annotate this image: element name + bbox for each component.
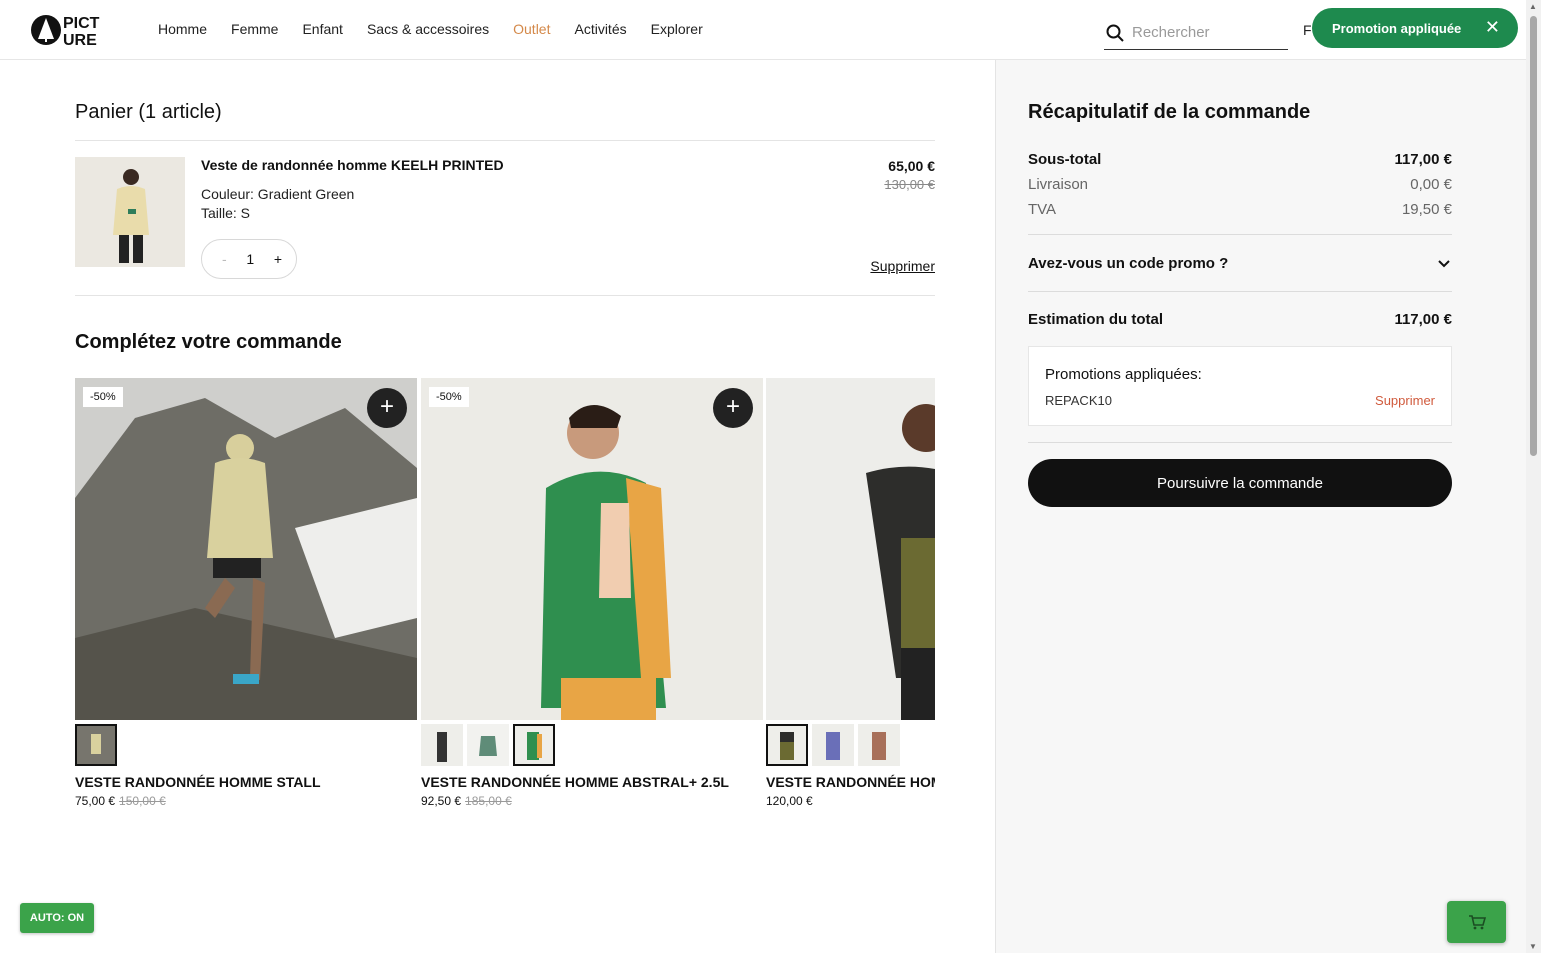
color-swatch[interactable]	[513, 724, 555, 766]
shipping-row: Livraison 0,00 €	[1028, 176, 1452, 193]
search-input[interactable]	[1132, 24, 1282, 41]
chevron-down-icon	[1438, 260, 1450, 268]
language-selector[interactable]: F	[1303, 22, 1312, 38]
product-image[interactable]: -50% +	[75, 378, 417, 720]
product-name[interactable]: VESTE RANDONNÉE HOMME ABSTRAL+ 2.5L	[421, 774, 763, 790]
cart-item-price: 65,00 €	[888, 158, 935, 174]
remove-promo-link[interactable]: Supprimer	[1375, 393, 1435, 408]
applied-promotions-box: Promotions appliquées: REPACK10 Supprime…	[1028, 346, 1452, 426]
picture-logo[interactable]: PICT URE	[30, 13, 110, 47]
applied-promotions-title: Promotions appliquées:	[1045, 366, 1202, 383]
nav-homme[interactable]: Homme	[158, 21, 207, 37]
tax-label: TVA	[1028, 201, 1057, 218]
cart-icon	[1468, 915, 1486, 930]
color-swatch[interactable]	[766, 724, 808, 766]
promo-code-question: Avez-vous un code promo ?	[1028, 255, 1229, 272]
product-card[interactable]: -50% + VESTE RANDONNÉE HOMME ABSTRAL+ 2.…	[421, 378, 763, 808]
cart-item-old-price: 130,00 €	[884, 177, 935, 192]
auto-toggle-button[interactable]: AUTO: ON	[20, 903, 94, 933]
product-prices: 120,00 €	[766, 794, 935, 808]
shipping-label: Livraison	[1028, 176, 1089, 193]
cart-title: Panier (1 article)	[75, 101, 222, 123]
product-name[interactable]: VESTE RANDONNÉE HOMME STALL	[75, 774, 417, 790]
checkout-button[interactable]: Poursuivre la commande	[1028, 459, 1452, 507]
product-image[interactable]: -50% +	[421, 378, 763, 720]
color-swatch[interactable]	[467, 724, 509, 766]
svg-text:PICT: PICT	[63, 15, 100, 32]
scroll-up-arrow[interactable]: ▲	[1529, 2, 1537, 11]
color-swatch[interactable]	[812, 724, 854, 766]
cart-floating-button[interactable]	[1447, 901, 1506, 943]
order-summary-title: Récapitulatif de la commande	[1028, 101, 1311, 123]
cart-divider-top	[75, 140, 935, 141]
quantity-value: 1	[246, 251, 255, 267]
promotion-applied-label: Promotion appliquée	[1332, 20, 1462, 36]
cart-item-size: Taille: S	[201, 205, 251, 221]
product-name[interactable]: VESTE RANDONNÉE HOMME	[766, 774, 935, 790]
summary-divider	[1028, 442, 1452, 443]
remove-item-link[interactable]: Supprimer	[870, 258, 935, 274]
product-prices: 92,50 €185,00 €	[421, 794, 763, 808]
add-to-cart-button[interactable]: +	[367, 388, 407, 428]
svg-text:URE: URE	[63, 32, 97, 47]
site-header: PICT URE Homme Femme Enfant Sacs & acces…	[0, 0, 1526, 60]
color-swatch[interactable]	[858, 724, 900, 766]
product-carousel: -50% + VESTE RANDONNÉE HOMME STALL 75,00…	[75, 378, 935, 818]
nav-enfant[interactable]: Enfant	[302, 21, 342, 37]
promo-code-value: REPACK10	[1045, 393, 1112, 408]
close-icon[interactable]: ✕	[1485, 18, 1500, 36]
nav-femme[interactable]: Femme	[231, 21, 278, 37]
product-old-price: 150,00 €	[119, 794, 166, 808]
cart-item-color: Couleur: Gradient Green	[201, 186, 355, 202]
product-image[interactable]	[766, 378, 935, 720]
search-icon[interactable]	[1106, 24, 1124, 42]
color-swatch[interactable]	[75, 724, 117, 766]
product-card[interactable]: VESTE RANDONNÉE HOMME 120,00 €	[766, 378, 935, 808]
color-swatches	[421, 724, 763, 766]
discount-badge: -50%	[429, 387, 469, 407]
cart-divider-bottom	[75, 295, 935, 296]
product-price: 92,50 €	[421, 794, 462, 808]
cart-item-name[interactable]: Veste de randonnée homme KEELH PRINTED	[201, 157, 504, 173]
subtotal-value: 117,00 €	[1394, 151, 1452, 168]
add-to-cart-button[interactable]: +	[713, 388, 753, 428]
tax-row: TVA 19,50 €	[1028, 201, 1452, 218]
quantity-stepper: - 1 +	[201, 239, 297, 279]
product-price: 120,00 €	[766, 794, 813, 808]
nav-sacs-accessoires[interactable]: Sacs & accessoires	[367, 21, 489, 37]
total-value: 117,00 €	[1394, 311, 1452, 328]
nav-activites[interactable]: Activités	[574, 21, 626, 37]
order-summary: Récapitulatif de la commande Sous-total …	[995, 60, 1526, 953]
summary-divider	[1028, 234, 1452, 235]
subtotal-row: Sous-total 117,00 €	[1028, 151, 1452, 168]
color-swatches	[75, 724, 417, 766]
main-nav: Homme Femme Enfant Sacs & accessoires Ou…	[158, 21, 703, 37]
product-prices: 75,00 €150,00 €	[75, 794, 417, 808]
product-old-price: 185,00 €	[465, 794, 512, 808]
page-scrollbar[interactable]: ▲ ▼	[1526, 0, 1541, 953]
nav-explorer[interactable]: Explorer	[651, 21, 703, 37]
shipping-value: 0,00 €	[1410, 176, 1452, 193]
nav-outlet[interactable]: Outlet	[513, 21, 550, 37]
product-price: 75,00 €	[75, 794, 116, 808]
scroll-down-arrow[interactable]: ▼	[1529, 942, 1537, 951]
search-bar	[1104, 16, 1288, 50]
summary-divider	[1028, 291, 1452, 292]
promotion-applied-toast: Promotion appliquée ✕	[1312, 8, 1518, 48]
discount-badge: -50%	[83, 387, 123, 407]
subtotal-label: Sous-total	[1028, 151, 1102, 168]
promo-code-toggle[interactable]: Avez-vous un code promo ?	[1028, 255, 1452, 272]
complete-order-title: Complétez votre commande	[75, 331, 342, 353]
tax-value: 19,50 €	[1401, 201, 1452, 218]
quantity-increase-button[interactable]: +	[274, 251, 282, 267]
total-row: Estimation du total 117,00 €	[1028, 311, 1452, 328]
cart-item-image[interactable]	[75, 157, 185, 267]
quantity-decrease-button[interactable]: -	[222, 251, 227, 267]
color-swatches	[766, 724, 935, 766]
total-label: Estimation du total	[1028, 311, 1163, 328]
color-swatch[interactable]	[421, 724, 463, 766]
scrollbar-thumb[interactable]	[1530, 16, 1537, 456]
product-card[interactable]: -50% + VESTE RANDONNÉE HOMME STALL 75,00…	[75, 378, 417, 808]
